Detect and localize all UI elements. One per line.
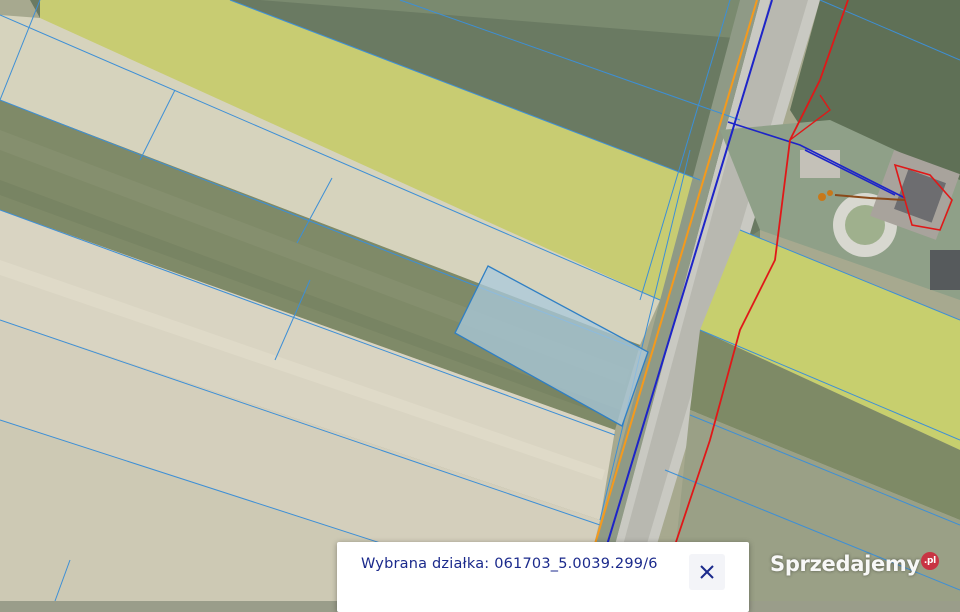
watermark: Sprzedajemy .pl [770,552,939,584]
popup-text: Wybrana działka: 061703_5.0039.299/6 [361,556,658,572]
parcel-id: 061703_5.0039.299/6 [494,556,658,572]
map-canvas[interactable] [0,0,960,601]
popup-label: Wybrana działka: [361,556,490,572]
close-icon [700,565,714,579]
parcel-info-popup: Wybrana działka: 061703_5.0039.299/6 [337,542,749,612]
watermark-suffix: .pl [920,552,939,570]
close-button[interactable] [689,554,725,590]
watermark-text: Sprzedajemy [770,552,920,576]
